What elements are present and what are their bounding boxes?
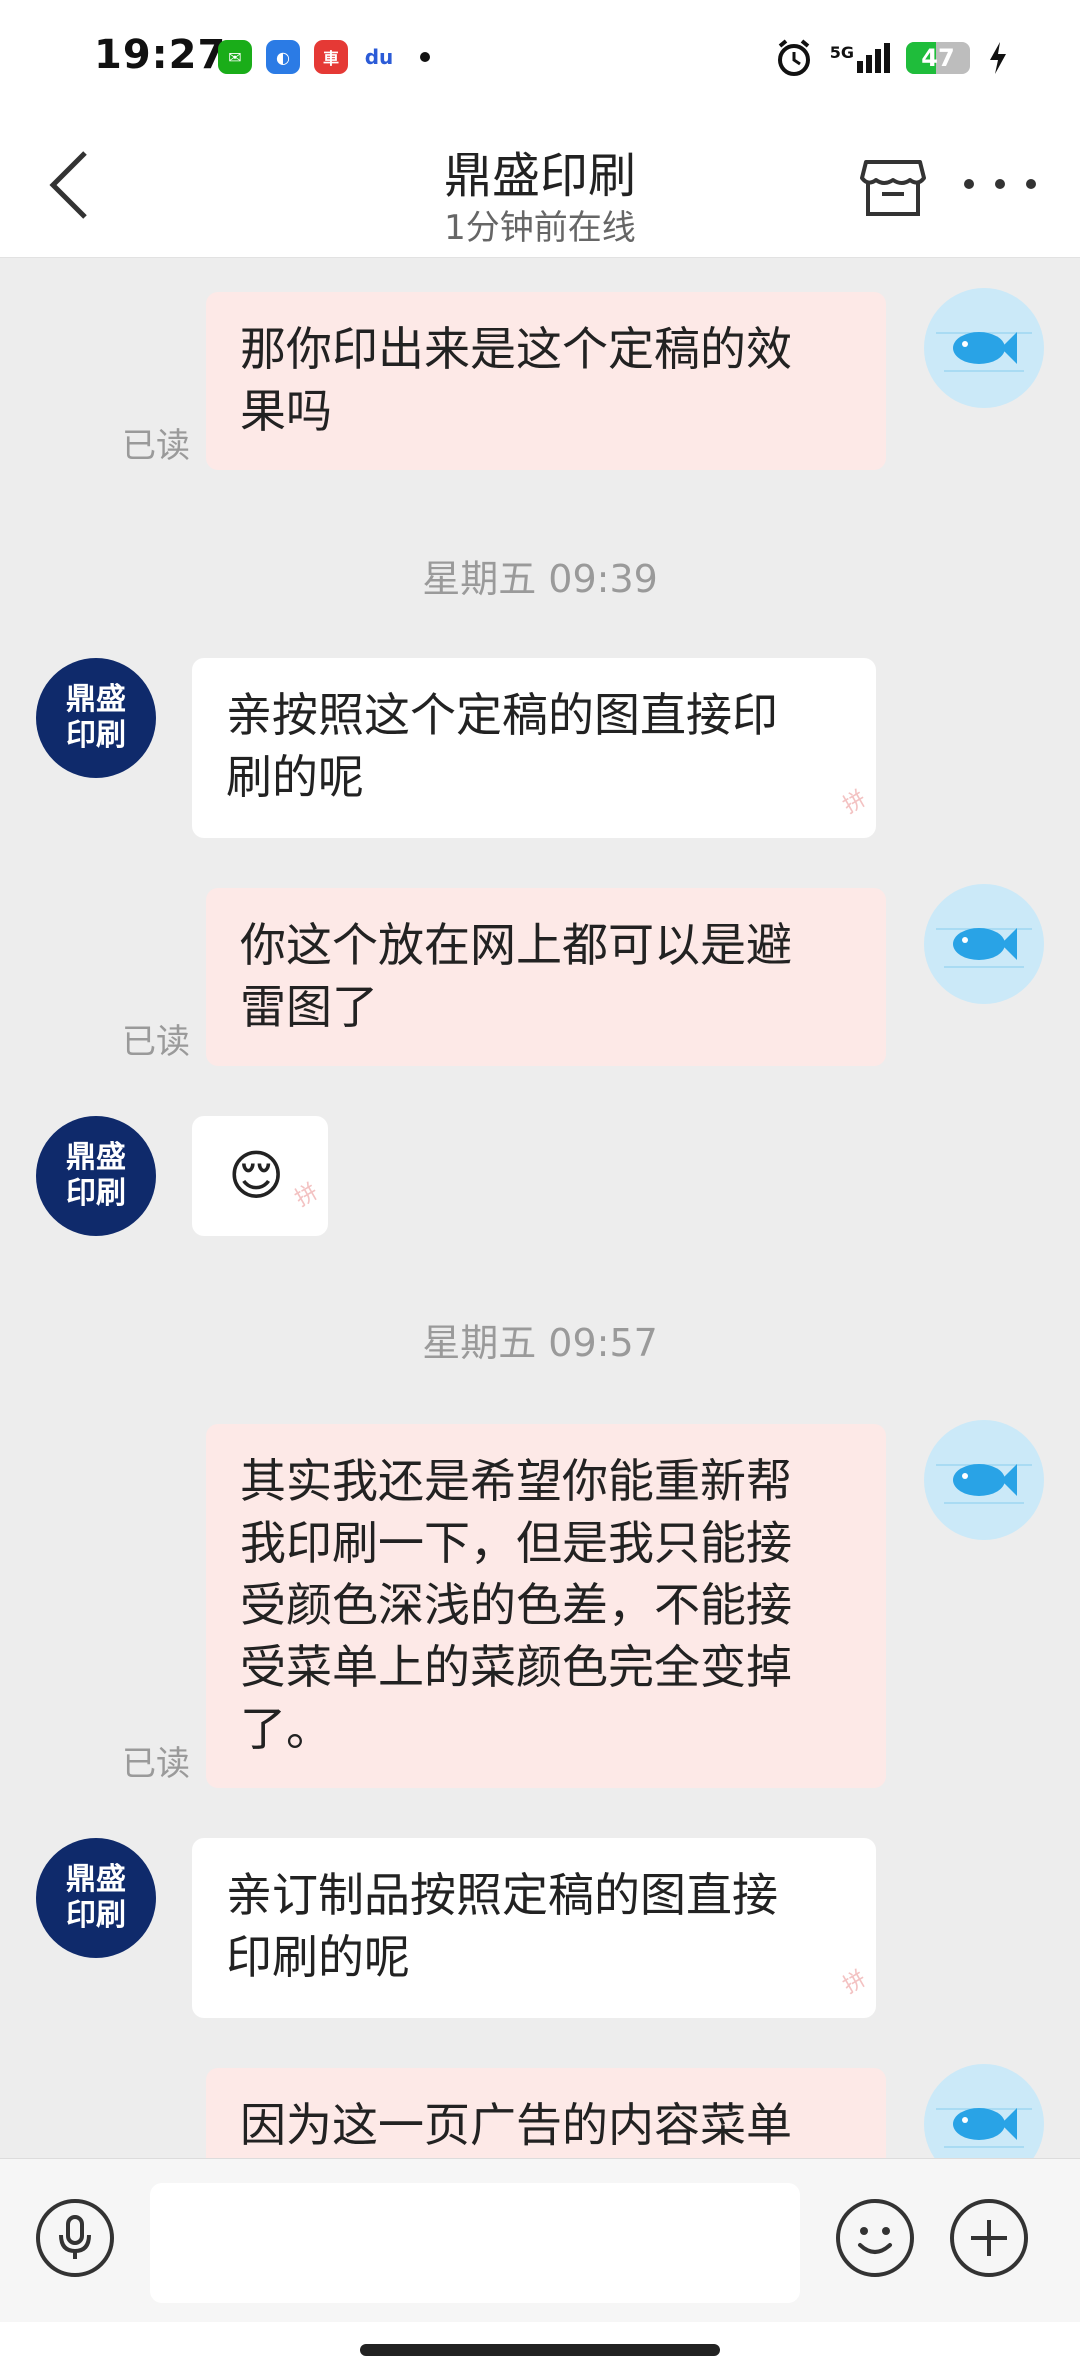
- battery-level: 47: [921, 44, 955, 72]
- dot-icon: [1026, 179, 1036, 189]
- signal-icon: 5G: [830, 43, 890, 73]
- microphone-icon: [59, 2215, 91, 2259]
- navigation-bar: [0, 2322, 1080, 2374]
- shop-avatar[interactable]: 鼎盛 印刷: [36, 1116, 156, 1236]
- more-notifications-dot: [420, 52, 430, 62]
- chat-message-list[interactable]: 已读 那你印出来是这个定稿的效 果吗 星期五 09:39 鼎盛 印刷 亲按照这个…: [0, 258, 1080, 2158]
- avatar-text: 鼎盛: [66, 1862, 126, 1897]
- message-text: 你这个放在网上都可以是避: [240, 918, 792, 972]
- my-avatar[interactable]: [924, 884, 1044, 1004]
- message-input[interactable]: [150, 2183, 800, 2303]
- baidu-icon: du: [362, 40, 396, 74]
- more-actions-button[interactable]: [950, 2199, 1028, 2277]
- message-text: 受菜单上的菜颜色完全变掉: [240, 1640, 792, 1694]
- avatar-text: 鼎盛: [66, 1140, 126, 1175]
- my-avatar[interactable]: [924, 288, 1044, 408]
- timestamp: 星期五 09:39: [422, 557, 658, 601]
- dot-icon: [964, 179, 974, 189]
- message-text: 雷图了: [240, 980, 378, 1034]
- shop-avatar[interactable]: 鼎盛 印刷: [36, 1838, 156, 1958]
- message-bubble-mine[interactable]: 其实我还是希望你能重新帮 我印刷一下，但是我只能接 受颜色深浅的色差，不能接 受…: [206, 1424, 886, 1788]
- chat-header: 鼎盛印刷 1分钟前在线: [0, 120, 1080, 258]
- fish-icon: [953, 2108, 1017, 2140]
- message-text: 了。: [240, 1702, 332, 1756]
- message-text: 那你印出来是这个定稿的效: [240, 322, 792, 376]
- home-indicator[interactable]: [360, 2344, 720, 2356]
- message-text: 受颜色深浅的色差，不能接: [240, 1578, 792, 1632]
- message-bubble-shop-emoji[interactable]: 😌 拼: [192, 1116, 328, 1236]
- battery-icon: 47: [906, 42, 970, 74]
- message-bubble-mine[interactable]: 因为这一页广告的内容菜单: [206, 2068, 886, 2158]
- car-app-icon: 車: [314, 40, 348, 74]
- read-receipt: 已读: [122, 426, 190, 466]
- timestamp: 星期五 09:57: [422, 1321, 658, 1365]
- smiley-icon: [858, 2227, 892, 2254]
- emoji-button[interactable]: [836, 2199, 914, 2277]
- dot-icon: [995, 179, 1005, 189]
- fish-icon: [953, 1464, 1017, 1496]
- shop-avatar[interactable]: 鼎盛 印刷: [36, 658, 156, 778]
- read-receipt: 已读: [122, 1022, 190, 1062]
- network-type: 5G: [829, 43, 854, 62]
- status-time: 19:27: [94, 32, 227, 78]
- message-bubble-mine[interactable]: 那你印出来是这个定稿的效 果吗: [206, 292, 886, 470]
- status-bar: 19:27 ✉ ◐ 車 du 5G 47: [0, 0, 1080, 120]
- message-text: 刷的呢: [226, 750, 364, 804]
- alarm-icon: [777, 39, 810, 76]
- avatar-text: 印刷: [66, 718, 126, 753]
- message-text: 亲按照这个定稿的图直接印: [226, 688, 778, 742]
- message-text: 亲订制品按照定稿的图直接: [226, 1868, 778, 1922]
- message-text: 我印刷一下，但是我只能接: [240, 1516, 792, 1570]
- message-bubble-shop[interactable]: 亲订制品按照定稿的图直接 印刷的呢 拼: [192, 1838, 876, 2018]
- avatar-text: 印刷: [66, 1176, 126, 1211]
- message-bubble-shop[interactable]: 亲按照这个定稿的图直接印 刷的呢 拼: [192, 658, 876, 838]
- read-receipt: 已读: [122, 1744, 190, 1784]
- my-avatar[interactable]: [924, 2064, 1044, 2158]
- system-icons: 5G 47: [774, 38, 1010, 78]
- avatar-text: 鼎盛: [66, 682, 126, 717]
- notification-icons: ✉ ◐ 車 du: [218, 40, 430, 74]
- store-button[interactable]: [858, 150, 928, 220]
- fish-icon: [953, 928, 1017, 960]
- message-text: 其实我还是希望你能重新帮: [240, 1454, 792, 1508]
- message-text: 果吗: [240, 384, 332, 438]
- wechat-icon: ✉: [218, 40, 252, 74]
- my-avatar[interactable]: [924, 1420, 1044, 1540]
- plus-icon: [971, 2220, 1007, 2256]
- fish-icon: [953, 332, 1017, 364]
- message-text: 印刷的呢: [226, 1930, 410, 1984]
- store-icon: [860, 160, 926, 216]
- relieved-face-emoji: 😌: [228, 1144, 285, 1207]
- message-bubble-mine[interactable]: 你这个放在网上都可以是避 雷图了: [206, 888, 886, 1066]
- browser-icon: ◐: [266, 40, 300, 74]
- more-options-button[interactable]: [960, 164, 1040, 204]
- message-text: 因为这一页广告的内容菜单: [240, 2098, 792, 2152]
- charging-icon: [990, 42, 1006, 74]
- pdd-watermark: 拼: [290, 1179, 323, 1212]
- avatar-text: 印刷: [66, 1898, 126, 1933]
- voice-button[interactable]: [36, 2199, 114, 2277]
- message-input-bar: [0, 2158, 1080, 2322]
